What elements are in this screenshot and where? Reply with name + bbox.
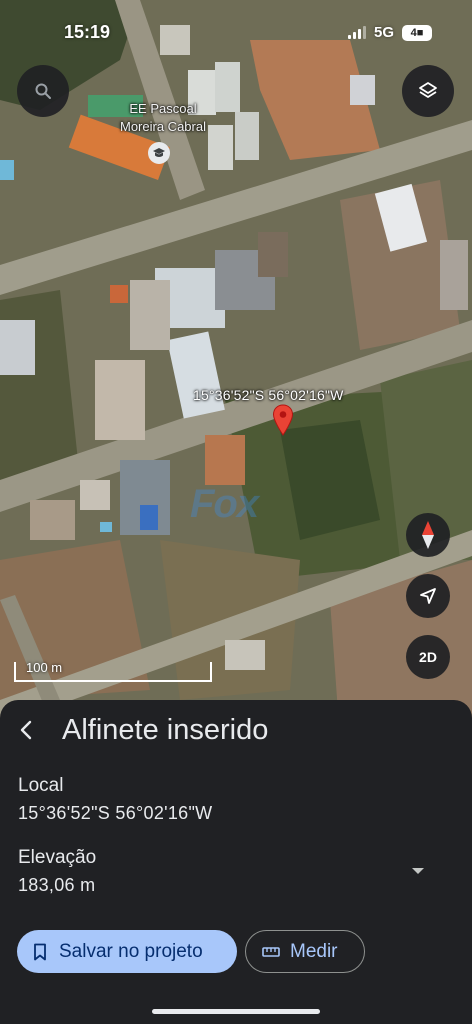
navigation-arrow-icon: [420, 588, 436, 604]
ruler-icon: [262, 946, 280, 957]
network-label: 5G: [373, 24, 394, 41]
search-button[interactable]: [17, 65, 69, 117]
save-to-project-label: Salvar no projeto: [59, 940, 203, 962]
scale-label: 100 m: [26, 660, 63, 675]
search-icon: [35, 83, 51, 99]
my-location-button[interactable]: [406, 574, 450, 618]
view-mode-toggle[interactable]: 2D: [406, 635, 450, 679]
status-indicators: 5G 4■: [347, 24, 432, 41]
compass-icon: [422, 521, 434, 549]
pin-details-sheet: Alfinete inserido Local 15°36'52"S 56°02…: [0, 700, 472, 1024]
place-label[interactable]: EE Pascoal Moreira Cabral: [120, 100, 206, 136]
location-value: 15°36'52"S 56°02'16"W: [18, 803, 213, 823]
measure-button[interactable]: Medir: [245, 930, 365, 973]
back-button[interactable]: [10, 714, 42, 746]
watermark-logo: Fox: [190, 482, 259, 526]
location-label: Local: [18, 775, 64, 796]
status-bar: 15:19 5G 4■: [0, 0, 472, 64]
satellite-imagery: [0, 0, 472, 740]
measure-label: Medir: [290, 940, 338, 962]
battery-icon: 4■: [402, 24, 432, 41]
save-to-project-button[interactable]: Salvar no projeto: [17, 930, 237, 973]
sheet-title: Alfinete inserido: [62, 714, 269, 746]
signal-icon: [347, 26, 366, 39]
home-indicator[interactable]: [152, 1009, 320, 1014]
satellite-map[interactable]: 15:19 5G 4■ EE Pascoal Moreira Cabral 15…: [0, 0, 472, 740]
bookmark-icon: [34, 943, 46, 960]
elevation-value: 183,06 m: [18, 875, 96, 895]
elevation-dropdown-icon[interactable]: [412, 868, 424, 874]
location-pin-icon[interactable]: [272, 404, 294, 441]
school-icon[interactable]: [148, 142, 170, 164]
elevation-label: Elevação: [18, 847, 97, 868]
chevron-left-icon: [20, 720, 32, 740]
layers-icon: [419, 82, 437, 98]
layers-button[interactable]: [402, 65, 454, 117]
compass-button[interactable]: [406, 513, 450, 557]
status-time: 15:19: [64, 22, 111, 42]
pin-coordinates-label: 15°36'52"S 56°02'16"W: [193, 387, 344, 403]
